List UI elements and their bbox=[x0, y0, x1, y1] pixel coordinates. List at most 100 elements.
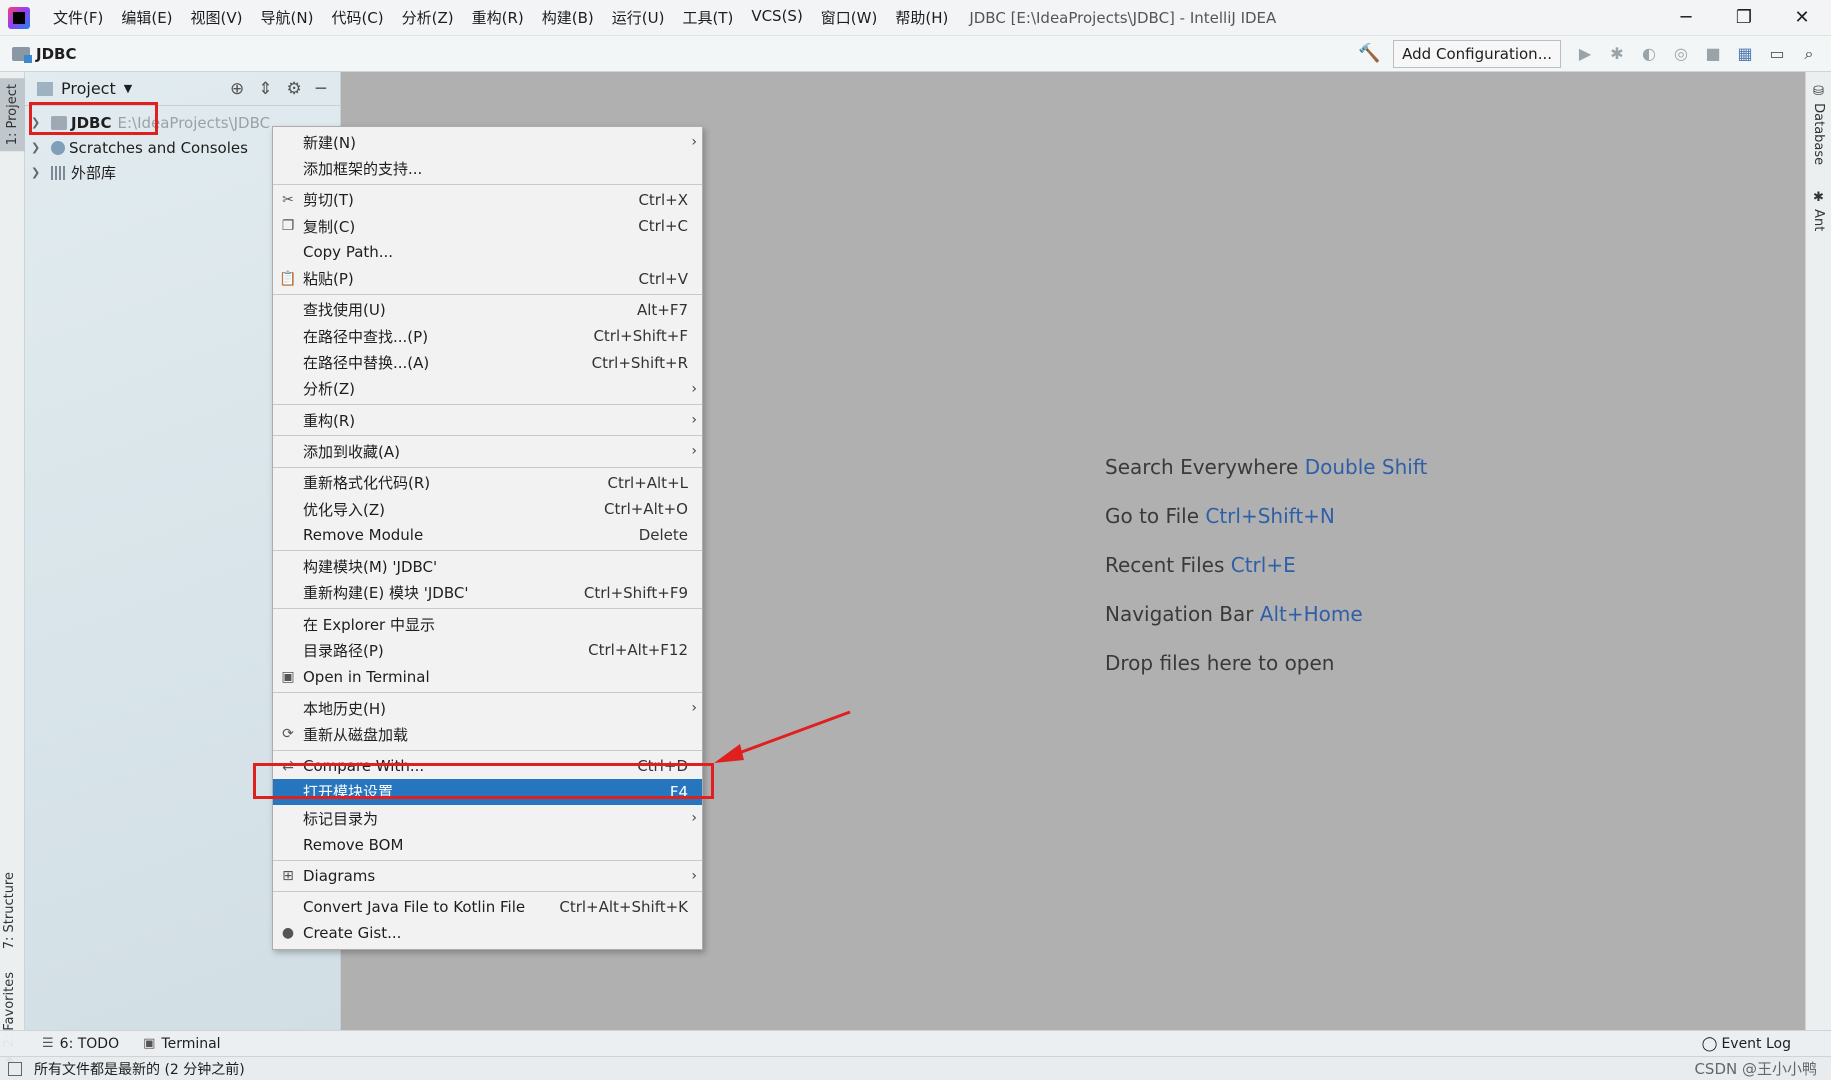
tab-database[interactable]: ⛁ Database bbox=[1811, 84, 1826, 165]
navbar-toolbar: 🔨 Add Configuration... ▶ ✱ ◐ ◎ ■ ▦ ▭ ⌕ bbox=[1355, 39, 1823, 68]
locate-icon[interactable]: ⊕ bbox=[230, 79, 244, 99]
event-log-label: Event Log bbox=[1721, 1035, 1791, 1052]
menu-item[interactable]: 运行(U) bbox=[603, 7, 674, 28]
close-button[interactable]: ✕ bbox=[1773, 0, 1831, 35]
menu-item-label: 剪切(T) bbox=[303, 191, 354, 210]
menu-item[interactable]: VCS(S) bbox=[742, 7, 811, 28]
database-icon: ⛁ bbox=[1811, 84, 1826, 104]
context-menu-item[interactable]: 本地历史(H) › bbox=[273, 695, 702, 721]
chevron-right-icon[interactable]: ❯ bbox=[31, 141, 45, 154]
menu-item-shortcut: Ctrl+X bbox=[638, 190, 688, 209]
module-folder-icon bbox=[12, 46, 32, 63]
menu-item-shortcut: Ctrl+Shift+F bbox=[593, 327, 688, 346]
window-title: JDBC [E:\IdeaProjects\JDBC] - IntelliJ I… bbox=[969, 8, 1277, 27]
context-menu-item[interactable]: Convert Java File to Kotlin File Ctrl+Alt… bbox=[273, 894, 702, 920]
chevron-down-icon[interactable]: ▼ bbox=[124, 82, 132, 95]
project-view-icon bbox=[37, 81, 53, 96]
menu-item[interactable]: 重构(R) bbox=[463, 7, 533, 28]
menu-separator bbox=[273, 891, 702, 893]
build-hammer-icon[interactable]: 🔨 bbox=[1355, 40, 1383, 68]
context-menu-item[interactable]: 在路径中替换...(A) Ctrl+Shift+R bbox=[273, 349, 702, 375]
menu-item-shortcut: Ctrl+Alt+Shift+K bbox=[559, 898, 688, 917]
profile-icon[interactable]: ◎ bbox=[1667, 40, 1695, 68]
context-menu-item[interactable]: ❐ 复制(C) Ctrl+C bbox=[273, 213, 702, 239]
hint-shortcut: Alt+Home bbox=[1259, 602, 1363, 626]
context-menu-item[interactable]: 重新格式化代码(R) Ctrl+Alt+L bbox=[273, 470, 702, 496]
menu-item[interactable]: 文件(F) bbox=[44, 7, 112, 28]
context-menu-item[interactable]: 添加框架的支持... bbox=[273, 155, 702, 181]
context-menu-item[interactable]: ● Create Gist... bbox=[273, 920, 702, 946]
context-menu-item[interactable]: 目录路径(P) Ctrl+Alt+F12 bbox=[273, 637, 702, 663]
debug-icon[interactable]: ✱ bbox=[1603, 40, 1631, 68]
submenu-arrow-icon: › bbox=[691, 412, 697, 429]
status-message: 所有文件都是最新的 (2 分钟之前) bbox=[34, 1061, 245, 1078]
menu-item[interactable]: 视图(V) bbox=[182, 7, 252, 28]
tab-structure[interactable]: 7: Structure bbox=[2, 872, 17, 949]
menu-item-label: 在 Explorer 中显示 bbox=[303, 615, 435, 634]
stop-icon[interactable]: ■ bbox=[1699, 40, 1727, 68]
minimize-button[interactable]: ─ bbox=[1657, 0, 1715, 35]
menu-item[interactable]: 构建(B) bbox=[533, 7, 603, 28]
menu-item[interactable]: 导航(N) bbox=[252, 7, 323, 28]
menu-item[interactable]: 帮助(H) bbox=[886, 7, 957, 28]
add-configuration-button[interactable]: Add Configuration... bbox=[1393, 39, 1561, 68]
context-menu-item[interactable]: Remove BOM bbox=[273, 831, 702, 857]
menu-item-label: 重新构建(E) 模块 'JDBC' bbox=[303, 584, 469, 603]
tab-todo[interactable]: ☰ 6: TODO bbox=[42, 1036, 119, 1052]
tab-todo-label: 6: TODO bbox=[59, 1035, 120, 1052]
submenu-arrow-icon: › bbox=[691, 867, 697, 884]
annotation-highlight-menu-item bbox=[253, 763, 714, 799]
hint-text: Drop files here to open bbox=[1105, 651, 1335, 675]
tab-project[interactable]: 1: Project bbox=[0, 78, 25, 152]
context-menu-item[interactable]: 📋 粘贴(P) Ctrl+V bbox=[273, 265, 702, 291]
project-structure-icon[interactable]: ▦ bbox=[1731, 40, 1759, 68]
project-view-selector[interactable]: Project bbox=[61, 79, 116, 98]
context-menu-item[interactable]: 在 Explorer 中显示 bbox=[273, 611, 702, 637]
breadcrumb-project[interactable]: JDBC bbox=[36, 45, 76, 63]
event-log-button[interactable]: ◯ Event Log bbox=[1702, 1036, 1791, 1052]
context-menu: 新建(N) › 添加框架的支持... ✂ 剪切(T) Ctrl+X ❐ 复制(C) Ctrl+C… bbox=[272, 126, 703, 950]
menu-item[interactable]: 代码(C) bbox=[322, 7, 392, 28]
chevron-right-icon[interactable]: ❯ bbox=[31, 166, 45, 179]
search-icon[interactable]: ⌕ bbox=[1795, 40, 1823, 68]
presentation-icon[interactable]: ▭ bbox=[1763, 40, 1791, 68]
menu-item-label: 分析(Z) bbox=[303, 380, 355, 399]
context-menu-item[interactable]: 新建(N) › bbox=[273, 129, 702, 155]
context-menu-item[interactable]: 分析(Z) › bbox=[273, 376, 702, 402]
hide-icon[interactable]: ─ bbox=[316, 79, 326, 99]
context-menu-item[interactable]: 重新构建(E) 模块 'JDBC' Ctrl+Shift+F9 bbox=[273, 580, 702, 606]
restore-button[interactable]: ❐ bbox=[1715, 0, 1773, 35]
context-menu-item[interactable]: 查找使用(U) Alt+F7 bbox=[273, 297, 702, 323]
menu-item[interactable]: 编辑(E) bbox=[112, 7, 181, 28]
context-menu-item[interactable]: ⊞ Diagrams › bbox=[273, 863, 702, 889]
tab-terminal[interactable]: ▣ Terminal bbox=[143, 1036, 220, 1052]
breadcrumb[interactable]: JDBC bbox=[12, 45, 76, 63]
list-icon: ☰ bbox=[42, 1036, 54, 1051]
context-menu-item[interactable]: 重构(R) › bbox=[273, 407, 702, 433]
status-toggle-icon[interactable] bbox=[8, 1061, 22, 1076]
gear-icon[interactable]: ⚙ bbox=[287, 79, 302, 99]
context-menu-item[interactable]: ⟳ 重新从磁盘加载 bbox=[273, 721, 702, 747]
context-menu-item[interactable]: Copy Path... bbox=[273, 239, 702, 265]
submenu-arrow-icon: › bbox=[691, 700, 697, 717]
run-icon[interactable]: ▶ bbox=[1571, 40, 1599, 68]
context-menu-item[interactable]: 添加到收藏(A) › bbox=[273, 438, 702, 464]
context-menu-item[interactable]: ▣ Open in Terminal bbox=[273, 664, 702, 690]
project-panel-header: Project ▼ ⊕ ⇕ ⚙ ─ bbox=[25, 72, 340, 106]
context-menu-item[interactable]: 在路径中查找...(P) Ctrl+Shift+F bbox=[273, 323, 702, 349]
coverage-icon[interactable]: ◐ bbox=[1635, 40, 1663, 68]
collapse-all-icon[interactable]: ⇕ bbox=[258, 79, 272, 99]
menu-item[interactable]: 窗口(W) bbox=[812, 7, 887, 28]
menu-item[interactable]: 工具(T) bbox=[673, 7, 742, 28]
editor-hint: Drop files here to open bbox=[1105, 651, 1427, 700]
submenu-arrow-icon: › bbox=[691, 380, 697, 397]
context-menu-item[interactable]: 构建模块(M) 'JDBC' bbox=[273, 553, 702, 579]
context-menu-item[interactable]: ✂ 剪切(T) Ctrl+X bbox=[273, 187, 702, 213]
menu-item-label: Convert Java File to Kotlin File bbox=[303, 898, 526, 917]
context-menu-item[interactable]: 标记目录为 › bbox=[273, 805, 702, 831]
menu-item[interactable]: 分析(Z) bbox=[393, 7, 463, 28]
annotation-highlight-project-node bbox=[29, 102, 158, 135]
context-menu-item[interactable]: Remove Module Delete bbox=[273, 522, 702, 548]
context-menu-item[interactable]: 优化导入(Z) Ctrl+Alt+O bbox=[273, 496, 702, 522]
tab-ant[interactable]: ✱ Ant bbox=[1811, 190, 1826, 231]
